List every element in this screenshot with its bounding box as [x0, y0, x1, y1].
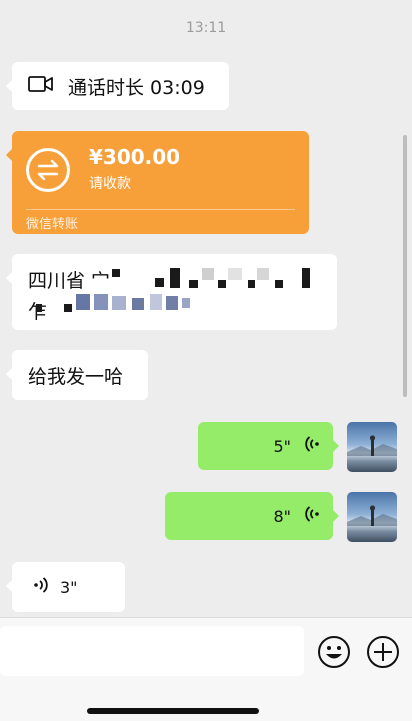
plus-icon[interactable] [365, 634, 401, 670]
transfer-icon [26, 148, 70, 192]
message-input[interactable] [0, 626, 304, 676]
voice-message-outgoing[interactable]: 5" [198, 422, 339, 470]
avatar[interactable] [347, 422, 397, 472]
emoji-icon[interactable] [316, 634, 352, 670]
voice-wave-icon [305, 505, 319, 527]
voice-duration: 3" [60, 577, 78, 597]
voice-message-outgoing[interactable]: 8" [165, 492, 339, 540]
scrollbar[interactable] [403, 135, 407, 397]
home-indicator[interactable] [87, 708, 259, 714]
timestamp: 13:11 [185, 20, 227, 36]
address-message-bubble[interactable]: 四川省 宀 乍 [6, 254, 337, 330]
transfer-card[interactable]: ¥300.00 请收款 微信转账 [6, 131, 309, 234]
voice-wave-icon [34, 576, 48, 598]
video-camera-icon [28, 75, 54, 97]
voice-duration: 8" [273, 506, 291, 526]
voice-duration: 5" [273, 436, 291, 456]
call-record-bubble[interactable]: 通话时长 03:09 [6, 62, 229, 110]
avatar[interactable] [347, 492, 397, 542]
voice-message-incoming[interactable]: 3" [6, 562, 125, 612]
transfer-footer: 微信转账 [26, 217, 79, 232]
divider [26, 209, 295, 210]
call-duration-label: 通话时长 03:09 [68, 76, 205, 99]
transfer-status: 请收款 [89, 176, 131, 192]
text-message-bubble[interactable]: 给我发一哈 [6, 350, 148, 400]
voice-wave-icon [305, 435, 319, 457]
address-line-1: 四川省 宀 [28, 270, 111, 292]
transfer-amount: ¥300.00 [89, 145, 181, 169]
